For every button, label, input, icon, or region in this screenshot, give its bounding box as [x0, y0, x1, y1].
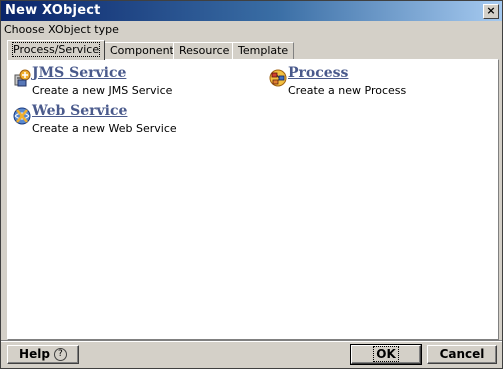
web-service-icon [13, 107, 31, 125]
footer-divider [1, 340, 502, 342]
help-button[interactable]: Help? [7, 345, 79, 364]
ok-button[interactable]: OK [350, 344, 422, 365]
process-icon [269, 69, 287, 87]
dialog-subtitle: Choose XObject type [4, 23, 119, 36]
jms-service-description: Create a new JMS Service [32, 84, 173, 97]
process-description: Create a new Process [288, 84, 407, 97]
ok-button-label: OK [373, 346, 399, 362]
jms-service-icon [14, 69, 31, 87]
title-bar[interactable]: New XObject × [1, 1, 502, 21]
help-icon: ? [53, 348, 67, 361]
process-link[interactable]: Process [288, 65, 348, 81]
tab-label: Process/Service [11, 42, 101, 57]
jms-service-link[interactable]: JMS Service [32, 65, 126, 81]
cancel-button[interactable]: Cancel [427, 345, 497, 364]
tab-label: Component [110, 44, 174, 57]
close-button[interactable]: × [483, 4, 499, 19]
close-icon: × [486, 4, 496, 17]
tab-component[interactable]: Component [104, 42, 180, 59]
new-xobject-dialog: New XObject × Choose XObject type Proces… [0, 0, 503, 369]
tab-label: Resource [179, 44, 230, 57]
tab-template[interactable]: Template [232, 42, 295, 59]
tab-process-service[interactable]: Process/Service [7, 40, 106, 60]
tab-label: Template [238, 44, 289, 57]
help-button-label: Help [19, 347, 50, 361]
web-service-link[interactable]: Web Service [32, 103, 127, 119]
tab-resource[interactable]: Resource [173, 42, 236, 59]
tab-panel-process-service: JMS Service Create a new JMS Service Pro… [7, 59, 499, 340]
cancel-button-label: Cancel [439, 347, 485, 361]
web-service-description: Create a new Web Service [32, 122, 177, 135]
window-title: New XObject [5, 3, 101, 18]
